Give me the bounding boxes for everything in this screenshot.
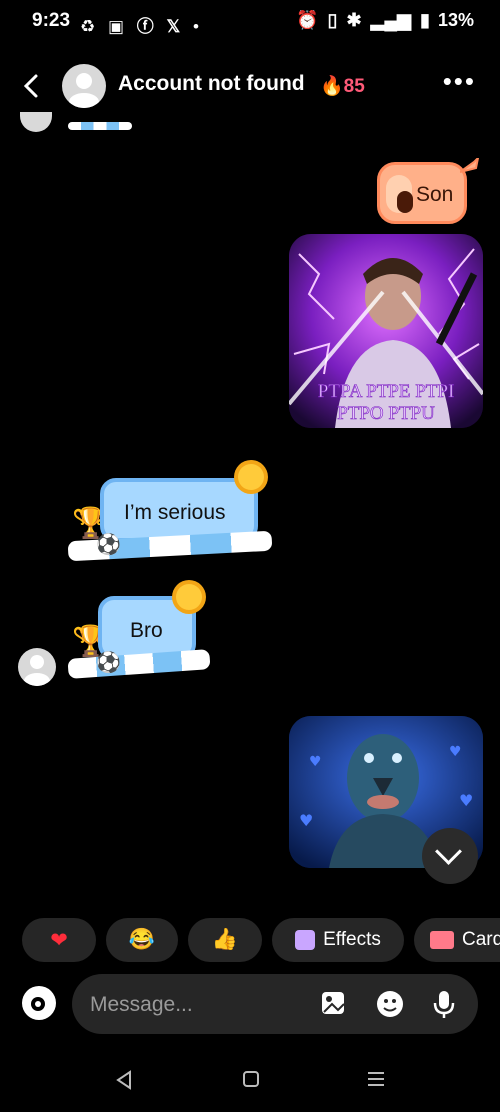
menu-recents-icon (368, 1072, 384, 1086)
4g-signal-icon: ▂▄▆ (370, 10, 412, 30)
chat-title[interactable]: Account not found (118, 72, 305, 96)
triangle-back-icon (116, 1070, 131, 1090)
vibrate-icon: ▯ (327, 10, 338, 30)
back-button[interactable] (18, 68, 44, 104)
microphone-icon (433, 991, 455, 1018)
svg-text:♥: ♥ (449, 744, 462, 760)
effects-label: Effects (323, 929, 381, 950)
sun-icon (238, 464, 264, 490)
message-composer (72, 974, 478, 1034)
system-nav-bar (0, 1050, 500, 1112)
message-text: I’m serious (124, 501, 226, 524)
chat-header: Account not found 🔥85 ••• (0, 52, 500, 122)
effects-button[interactable]: Effects (272, 918, 404, 962)
soccer-ball-icon: ⚽ (96, 534, 121, 556)
nav-recents-button[interactable] (364, 1068, 388, 1090)
laughing-icon: 😂 (128, 928, 156, 951)
quick-reaction-thumbs-up[interactable]: 👍 (188, 918, 262, 962)
facebook-icon: ⓕ (136, 17, 154, 36)
nav-back-button[interactable] (112, 1068, 136, 1092)
heart-icon: ❤ (50, 928, 68, 952)
soccer-ball-icon: ⚽ (96, 652, 121, 674)
fish-tail-icon (459, 154, 480, 176)
sun-icon (176, 584, 202, 610)
effects-icon (295, 930, 316, 950)
message-image-1[interactable]: PTPA PTPE PTPI PTPO PTPU (289, 234, 483, 428)
gallery-icon (322, 992, 345, 1014)
card-label: Card (462, 929, 500, 950)
dot-icon: • (192, 17, 199, 36)
voice-button[interactable] (428, 988, 460, 1020)
image-caption-line2: PTPO PTPU (337, 403, 435, 424)
image-content: PTPA PTPE PTPI PTPO PTPU (289, 234, 483, 428)
partial-scarf (68, 122, 132, 130)
sender-avatar[interactable] (18, 648, 56, 686)
svg-text:♥: ♥ (309, 754, 322, 770)
image-caption-line1: PTPA PTPE PTPI (318, 381, 455, 402)
battery-percent: 13% (437, 10, 474, 30)
streak-badge: 🔥85 (320, 74, 365, 98)
sticker-button[interactable] (374, 988, 406, 1020)
camera-button[interactable] (22, 986, 56, 1020)
partial-avatar (20, 112, 52, 132)
alarm-icon: ⏰ (296, 10, 319, 30)
more-options-button[interactable]: ••• (443, 66, 476, 97)
sticker-icon (377, 991, 403, 1017)
status-time: 9:23 (32, 10, 71, 31)
screaming-face-icon (386, 175, 413, 213)
message-bubble-son[interactable]: Son (377, 162, 467, 224)
scroll-to-bottom-button[interactable] (422, 828, 478, 884)
gallery-button[interactable] (318, 988, 350, 1020)
thumbs-up-icon: 👍 (211, 928, 239, 951)
status-right: ⏰ ▯ ✱ ▂▄▆ ▮ 13% (296, 10, 474, 31)
svg-text:♥: ♥ (459, 791, 473, 810)
sync-icon: ♻ (80, 17, 96, 36)
chevron-left-icon (23, 74, 38, 98)
message-text: Bro (130, 619, 163, 642)
quick-reaction-heart[interactable]: ❤ (22, 918, 96, 962)
svg-text:♥: ♥ (299, 811, 313, 830)
quick-reaction-laugh[interactable]: 😂 (106, 918, 178, 962)
bluetooth-icon: ✱ (346, 10, 362, 30)
youtube-icon: ▣ (107, 17, 125, 36)
card-button[interactable]: Card (414, 918, 500, 962)
message-input[interactable] (88, 988, 292, 1022)
fire-icon: 🔥 (320, 76, 344, 97)
square-home-icon (243, 1071, 259, 1087)
nav-home-button[interactable] (240, 1068, 262, 1090)
chevron-down-icon (435, 838, 462, 865)
header-avatar[interactable] (62, 64, 106, 108)
gift-icon (430, 931, 454, 949)
x-icon: 𝕏 (166, 17, 181, 36)
status-left-icons: ♻ ▣ ⓕ 𝕏 • (80, 12, 199, 37)
streak-count: 85 (343, 76, 365, 97)
message-text: Son (416, 183, 454, 206)
battery-icon: ▮ (420, 10, 430, 30)
status-bar: 9:23 ♻ ▣ ⓕ 𝕏 • ⏰ ▯ ✱ ▂▄▆ ▮ 13% (0, 0, 500, 44)
